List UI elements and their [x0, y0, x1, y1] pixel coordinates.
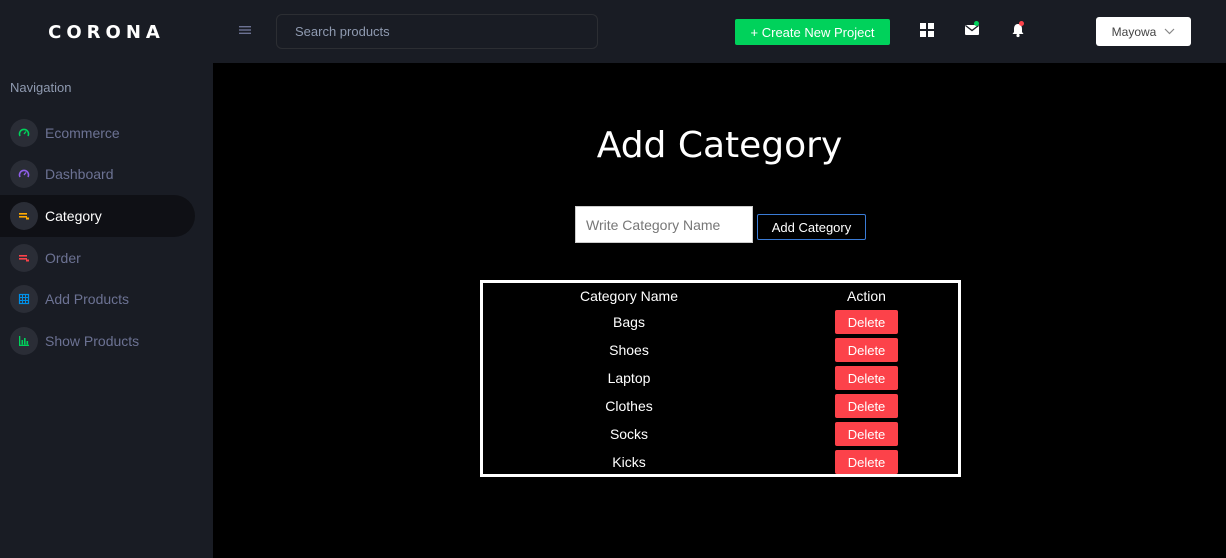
chevron-down-icon [1164, 28, 1175, 35]
sidebar-item-dashboard[interactable]: Dashboard [0, 154, 213, 196]
delete-button[interactable]: Delete [835, 366, 898, 390]
category-name-cell: Clothes [605, 398, 653, 414]
sidebar-item-ecommerce[interactable]: Ecommerce [0, 112, 213, 154]
playlist-icon [10, 201, 38, 230]
menu-toggle-icon[interactable] [239, 24, 251, 36]
table-row: Shoes Delete [483, 336, 958, 364]
delete-button[interactable]: Delete [835, 394, 898, 418]
table-row: Laptop Delete [483, 364, 958, 392]
action-cell: Delete [775, 420, 958, 448]
user-name: Mayowa [1111, 24, 1157, 39]
sidebar-item-label: Category [45, 207, 102, 224]
sidebar-item-label: Order [45, 249, 81, 266]
sidebar: CORONA Navigation Ecommerce Dashboard Ca… [0, 0, 213, 558]
delete-button[interactable]: Delete [835, 310, 898, 334]
create-project-button[interactable]: + Create New Project [735, 19, 890, 45]
user-dropdown-button[interactable]: Mayowa [1096, 17, 1191, 46]
sidebar-item-label: Show Products [45, 332, 140, 349]
sidebar-item-show-products[interactable]: Show Products [0, 320, 213, 362]
chart-icon [10, 326, 38, 355]
category-name-cell: Shoes [609, 342, 649, 358]
playlist-icon [10, 243, 38, 272]
table-row: Kicks Delete [483, 448, 958, 476]
sidebar-item-label: Ecommerce [45, 124, 120, 141]
top-navbar: + Create New Project Mayowa [213, 0, 1226, 63]
action-cell: Delete [775, 336, 958, 364]
sidebar-item-order[interactable]: Order [0, 237, 213, 279]
category-table: Category Name Action Bags Delete Shoes D… [483, 283, 958, 476]
grid-icon[interactable] [919, 22, 935, 38]
table-row: Socks Delete [483, 420, 958, 448]
table-row: Clothes Delete [483, 392, 958, 420]
category-name-cell: Laptop [607, 370, 651, 386]
table-row: Bags Delete [483, 308, 958, 336]
mail-unread-dot [974, 21, 979, 26]
table-header-row: Category Name Action [483, 283, 958, 308]
table-icon [10, 285, 38, 314]
category-name-cell: Socks [609, 426, 649, 442]
delete-button[interactable]: Delete [835, 450, 898, 474]
nav-section-title: Navigation [10, 80, 72, 95]
action-cell: Delete [775, 364, 958, 392]
delete-button[interactable]: Delete [835, 338, 898, 362]
action-cell: Delete [775, 448, 958, 476]
action-cell: Delete [775, 392, 958, 420]
speedometer-icon [10, 118, 38, 147]
sidebar-item-label: Add Products [45, 291, 130, 308]
action-cell: Delete [775, 308, 958, 336]
sidebar-item-category[interactable]: Category [0, 195, 195, 237]
category-table-container: Category Name Action Bags Delete Shoes D… [480, 280, 961, 477]
add-category-button[interactable]: Add Category [757, 214, 866, 240]
category-name-cell: Bags [613, 314, 645, 330]
column-header-category-name: Category Name [579, 287, 679, 304]
sidebar-item-add-products[interactable]: Add Products [0, 278, 213, 320]
nav-list: Ecommerce Dashboard Category Order Add P… [0, 112, 213, 362]
category-name-cell: Kicks [612, 454, 646, 470]
main-content: Add Category Add Category Category Name … [213, 63, 1226, 558]
sidebar-item-label: Dashboard [45, 166, 114, 183]
brand-logo[interactable]: CORONA [0, 0, 213, 64]
delete-button[interactable]: Delete [835, 422, 898, 446]
column-header-action: Action [847, 287, 886, 304]
category-name-input[interactable] [575, 206, 753, 243]
search-input[interactable] [276, 14, 598, 49]
notification-dot [1019, 21, 1024, 26]
page-title: Add Category [596, 125, 843, 166]
speedometer-icon [10, 160, 38, 189]
